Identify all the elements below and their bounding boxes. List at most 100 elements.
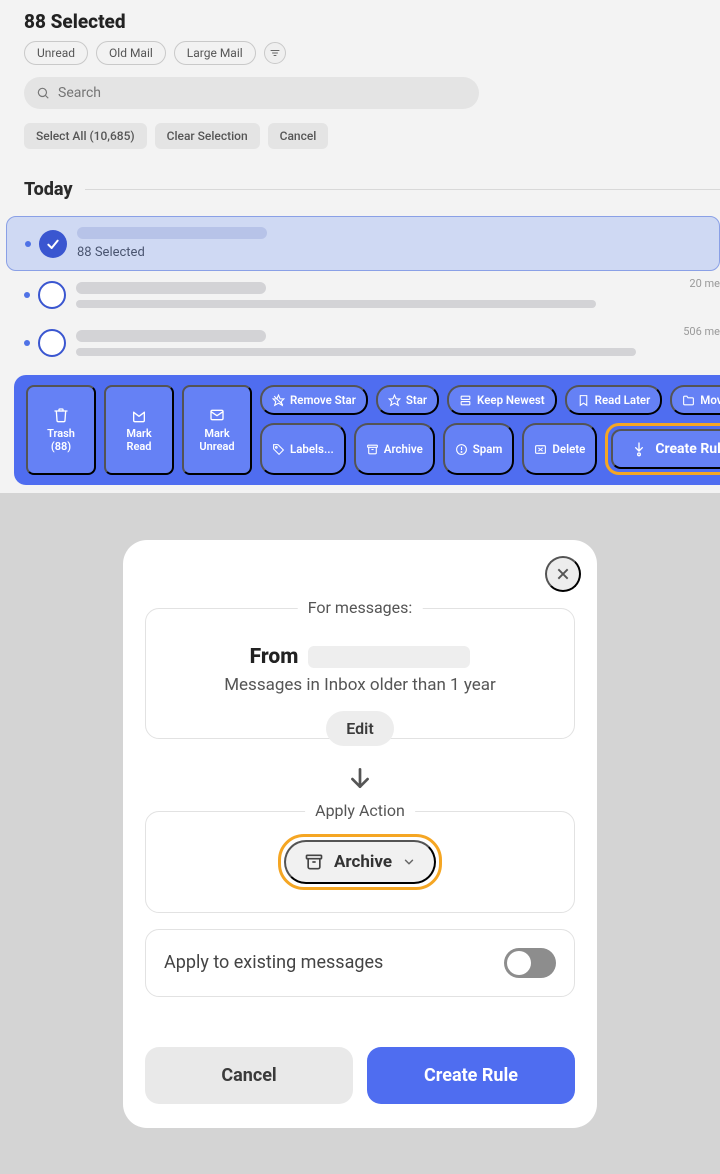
mark-read-button[interactable]: Mark Read — [104, 385, 174, 475]
bookmark-icon — [577, 394, 590, 407]
star-label: Star — [406, 393, 427, 407]
rule-icon — [631, 441, 647, 457]
keep-newest-button[interactable]: Keep Newest — [447, 385, 557, 415]
select-all-button[interactable]: Select All (10,685) — [24, 123, 147, 149]
remove-star-label: Remove Star — [290, 393, 356, 407]
checkbox-empty[interactable] — [38, 329, 66, 357]
skeleton-line — [76, 300, 596, 308]
search-bar[interactable] — [24, 77, 479, 109]
create-rule-highlight: Create Rule — [605, 423, 720, 475]
email-body — [76, 330, 720, 356]
unread-dot-icon — [25, 241, 31, 247]
toggle-knob — [507, 951, 531, 975]
from-value-redacted — [308, 646, 470, 668]
section-divider — [85, 189, 720, 190]
archive-icon — [366, 443, 379, 456]
delete-label: Delete — [552, 442, 585, 456]
email-body — [76, 282, 720, 308]
unread-dot-icon — [24, 340, 30, 346]
trash-label: Trash (88) — [38, 427, 84, 453]
stack-icon — [459, 394, 472, 407]
filter-old-mail[interactable]: Old Mail — [96, 41, 166, 65]
create-rule-submit-button[interactable]: Create Rule — [367, 1047, 575, 1104]
action-card-title: Apply Action — [305, 801, 415, 820]
selected-count-label: 88 Selected — [77, 245, 719, 260]
archive-button[interactable]: Archive — [354, 423, 435, 475]
checkbox-empty[interactable] — [38, 281, 66, 309]
mark-read-label: Mark Read — [116, 427, 162, 453]
from-row: From — [164, 645, 556, 669]
condition-text: Messages in Inbox older than 1 year — [164, 675, 556, 695]
action-select[interactable]: Archive — [284, 840, 436, 884]
clear-selection-button[interactable]: Clear Selection — [155, 123, 260, 149]
skeleton-line — [76, 348, 636, 356]
archive-icon — [304, 852, 324, 872]
create-rule-button[interactable]: Create Rule — [611, 429, 720, 469]
from-label: From — [250, 645, 299, 669]
inbox-panel: 88 Selected Unread Old Mail Large Mail S… — [0, 0, 720, 493]
edit-condition-button[interactable]: Edit — [326, 711, 393, 746]
section-title-today: Today — [24, 179, 73, 200]
filter-large-mail[interactable]: Large Mail — [174, 41, 256, 65]
check-icon — [45, 236, 61, 252]
skeleton-line — [76, 330, 266, 342]
create-rule-label: Create Rule — [655, 441, 720, 457]
labels-button[interactable]: Labels... — [260, 423, 346, 475]
filter-row: Unread Old Mail Large Mail — [24, 41, 720, 65]
create-rule-modal: For messages: From Messages in Inbox old… — [123, 540, 597, 1128]
mark-unread-button[interactable]: Mark Unread — [182, 385, 252, 475]
selection-actions: Select All (10,685) Clear Selection Canc… — [24, 123, 720, 149]
trash-button[interactable]: Trash (88) — [26, 385, 96, 475]
chevron-down-icon — [402, 855, 416, 869]
spam-button[interactable]: Spam — [443, 423, 515, 475]
modal-actions: Cancel Create Rule — [145, 1047, 575, 1104]
filter-unread[interactable]: Unread — [24, 41, 88, 65]
search-input[interactable] — [58, 85, 467, 101]
mark-unread-label: Mark Unread — [194, 427, 240, 453]
apply-existing-toggle[interactable] — [504, 948, 556, 978]
search-icon — [36, 86, 50, 100]
cancel-selection-button[interactable]: Cancel — [268, 123, 329, 149]
star-icon — [388, 394, 401, 407]
delete-button[interactable]: Delete — [522, 423, 597, 475]
condition-card-title: For messages: — [298, 598, 423, 617]
email-row[interactable]: 20 me — [12, 271, 720, 319]
remove-star-icon — [272, 394, 285, 407]
email-row-selected[interactable]: 88 Selected — [6, 216, 720, 271]
skeleton-line — [77, 227, 267, 239]
cancel-button[interactable]: Cancel — [145, 1047, 353, 1104]
trash-icon — [53, 407, 69, 423]
close-button[interactable] — [545, 556, 581, 592]
page-title: 88 Selected — [24, 10, 720, 33]
condition-card: For messages: From Messages in Inbox old… — [145, 608, 575, 739]
spam-label: Spam — [473, 442, 503, 456]
labels-label: Labels... — [290, 442, 334, 456]
apply-existing-row: Apply to existing messages — [145, 929, 575, 997]
pill-column: Remove Star Star Keep Newest Read Later … — [260, 385, 720, 475]
folder-icon — [682, 394, 695, 407]
delete-mail-icon — [534, 443, 547, 456]
arrow-down — [145, 765, 575, 791]
email-row[interactable]: 506 me — [12, 319, 720, 367]
row-meta: 20 me — [689, 277, 720, 290]
move-label: Move... — [700, 393, 720, 407]
archive-label: Archive — [384, 442, 423, 456]
remove-star-button[interactable]: Remove Star — [260, 385, 368, 415]
star-button[interactable]: Star — [376, 385, 439, 415]
checkbox-checked[interactable] — [39, 230, 67, 258]
section-header: Today — [24, 179, 720, 200]
row-meta: 506 me — [683, 325, 720, 338]
arrow-down-icon — [347, 765, 373, 791]
action-card: Apply Action Archive — [145, 811, 575, 913]
keep-newest-label: Keep Newest — [477, 393, 545, 407]
read-later-label: Read Later — [595, 393, 651, 407]
unread-dot-icon — [24, 292, 30, 298]
action-select-highlight: Archive — [278, 834, 442, 890]
read-later-button[interactable]: Read Later — [565, 385, 663, 415]
mail-icon — [209, 407, 225, 423]
filter-icon — [269, 47, 281, 59]
action-value: Archive — [334, 852, 392, 872]
close-icon — [555, 566, 571, 582]
move-button[interactable]: Move... — [670, 385, 720, 415]
filter-settings-button[interactable] — [264, 42, 286, 64]
